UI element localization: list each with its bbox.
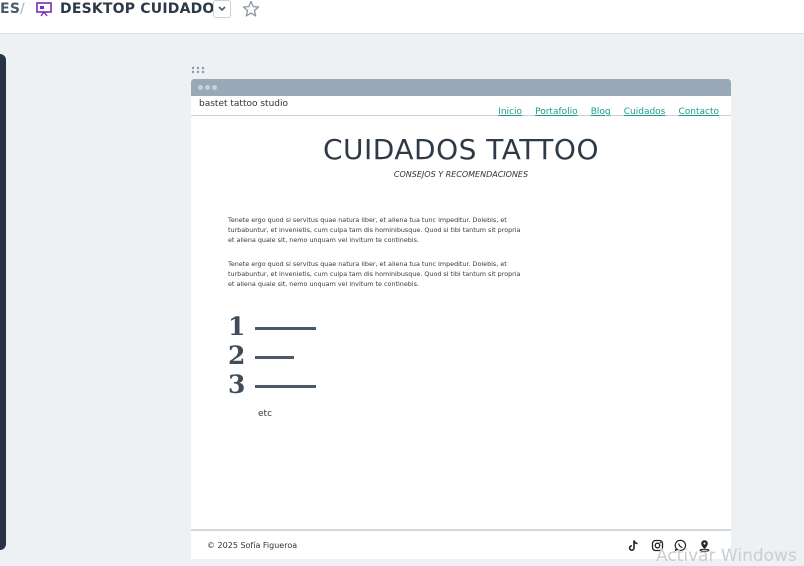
page-title: DESKTOP CUIDADOS bbox=[60, 1, 225, 17]
chrome-dot bbox=[198, 85, 203, 90]
etc-text: etc bbox=[258, 409, 273, 419]
list-line bbox=[255, 385, 316, 388]
breadcrumb-separator: / bbox=[20, 1, 25, 17]
site-brand[interactable]: bastet tattoo studio bbox=[199, 99, 288, 109]
chrome-dot bbox=[212, 85, 217, 90]
nav-link-portafolio[interactable]: Portafolio bbox=[535, 107, 578, 117]
site-footer: © 2025 Sofía Figueroa bbox=[191, 529, 731, 559]
hero-title: CUIDADOS TATTOO bbox=[322, 133, 599, 166]
os-activation-watermark: Activar Windows bbox=[656, 546, 797, 566]
footer-copyright: © 2025 Sofía Figueroa bbox=[207, 541, 298, 550]
list-line bbox=[255, 356, 294, 359]
nav-links: Inicio Portafolio Blog Cuidados Contacto bbox=[490, 99, 719, 118]
drag-handle-icon[interactable] bbox=[191, 66, 205, 74]
tiktok-icon[interactable] bbox=[627, 539, 640, 552]
breadcrumb-previous[interactable]: ES bbox=[0, 0, 20, 18]
frame-chrome-bar bbox=[191, 79, 731, 96]
top-header-bar: ES / DESKTOP CUIDADOS bbox=[0, 0, 804, 34]
list-number: 1 bbox=[228, 312, 246, 341]
list-number: 2 bbox=[228, 341, 246, 370]
presentation-board-icon bbox=[36, 2, 52, 17]
paragraph-2: Tenete ergo quod si servitus quae natura… bbox=[228, 260, 521, 288]
desktop-frame[interactable]: bastet tattoo studio Inicio Portafolio B… bbox=[191, 79, 731, 559]
hero-subtitle: CONSEJOS Y RECOMENDACIONES bbox=[393, 170, 529, 179]
site-navbar: bastet tattoo studio Inicio Portafolio B… bbox=[191, 96, 731, 118]
nav-link-inicio[interactable]: Inicio bbox=[498, 107, 522, 117]
nav-link-cuidados[interactable]: Cuidados bbox=[624, 107, 666, 117]
nav-link-contacto[interactable]: Contacto bbox=[678, 107, 719, 117]
left-side-panel[interactable] bbox=[0, 54, 6, 550]
nav-link-blog[interactable]: Blog bbox=[591, 107, 611, 117]
list-number: 3 bbox=[228, 370, 246, 399]
page-options-dropdown[interactable] bbox=[213, 0, 231, 18]
star-icon[interactable] bbox=[242, 0, 260, 18]
chrome-dot bbox=[205, 85, 210, 90]
chevron-down-icon bbox=[218, 6, 226, 12]
list-line bbox=[255, 327, 316, 330]
paragraph-1: Tenete ergo quod si servitus quae natura… bbox=[228, 216, 521, 244]
